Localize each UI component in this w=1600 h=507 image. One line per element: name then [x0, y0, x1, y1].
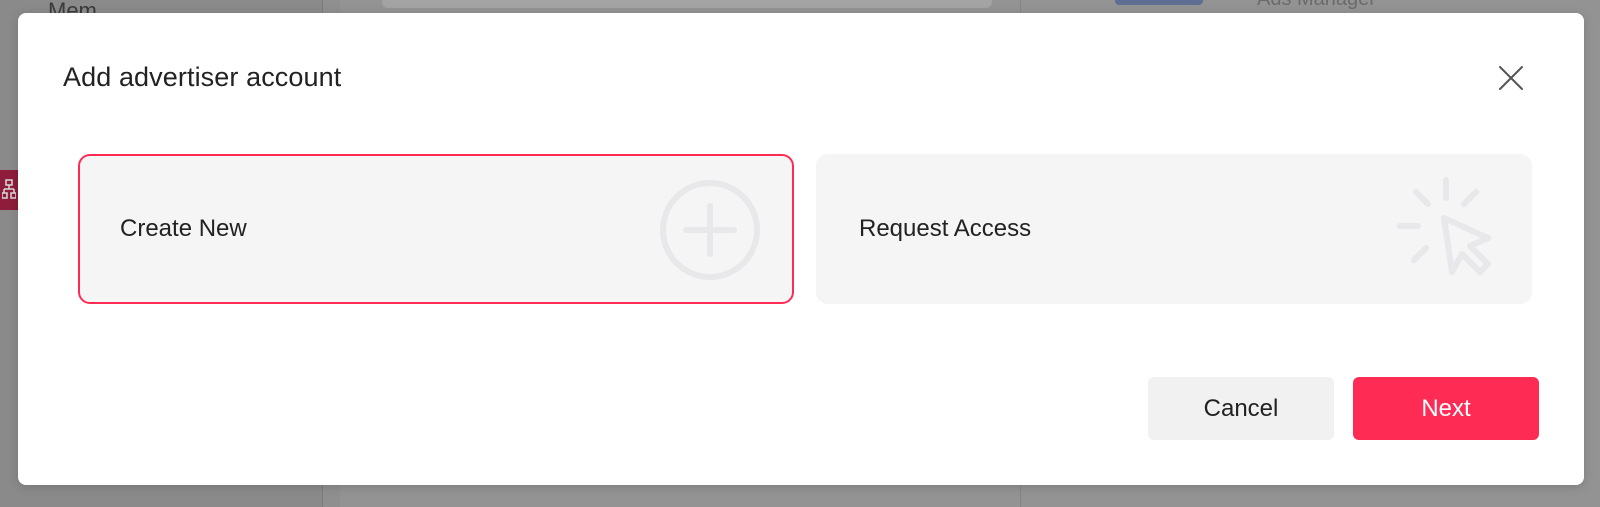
plus-circle-icon: [660, 180, 760, 280]
cursor-click-icon: [1397, 177, 1491, 275]
close-icon: [1499, 66, 1523, 90]
org-chart-icon: [0, 170, 18, 210]
cancel-button[interactable]: Cancel: [1148, 377, 1334, 440]
background-ads-manager-label: Ads Manager: [1257, 0, 1376, 11]
add-advertiser-modal: Add advertiser account Create New Reques…: [18, 13, 1584, 485]
next-button[interactable]: Next: [1353, 377, 1539, 440]
modal-title: Add advertiser account: [63, 62, 342, 92]
option-request-access-label: Request Access: [859, 215, 1032, 242]
option-create-new[interactable]: Create New: [78, 154, 794, 304]
option-request-access[interactable]: Request Access: [816, 154, 1532, 304]
option-create-new-label: Create New: [120, 215, 247, 242]
background-blue-button: [1115, 0, 1203, 5]
close-button[interactable]: [1496, 63, 1526, 93]
background-search-bar: [382, 0, 992, 8]
